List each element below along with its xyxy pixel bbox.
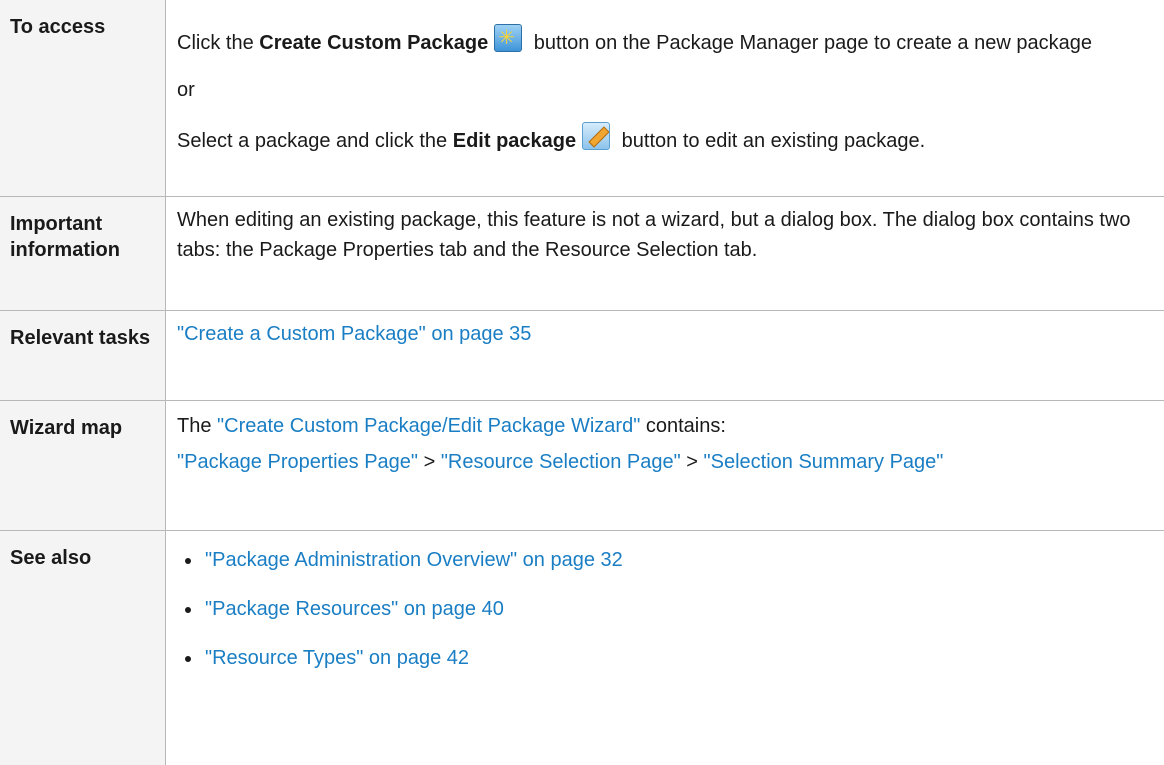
create-custom-package-link[interactable]: "Create a Custom Package" on page 35 bbox=[177, 323, 531, 345]
wizard-map-path: "Package Properties Page" > "Resource Se… bbox=[177, 447, 1154, 477]
label-relevant-tasks: Relevant tasks bbox=[0, 309, 166, 401]
label-important-information: Important information bbox=[0, 195, 166, 311]
text: Select a package and click the bbox=[177, 130, 453, 152]
row-important-information: Important information When editing an ex… bbox=[0, 195, 1164, 311]
list-item: "Resource Types" on page 42 bbox=[185, 643, 1154, 673]
access-line-1: Click the Create Custom Package button o… bbox=[177, 22, 1154, 58]
wizard-link[interactable]: "Create Custom Package/Edit Package Wiza… bbox=[217, 415, 640, 437]
create-custom-package-icon bbox=[494, 22, 523, 52]
list-item: "Package Resources" on page 40 bbox=[185, 594, 1154, 624]
list-item: "Package Administration Overview" on pag… bbox=[185, 545, 1154, 575]
value-important-information: When editing an existing package, this f… bbox=[165, 195, 1164, 311]
separator: > bbox=[418, 450, 441, 473]
resource-types-link[interactable]: "Resource Types" on page 42 bbox=[205, 647, 469, 669]
text: contains: bbox=[640, 414, 726, 437]
edit-package-icon bbox=[582, 122, 611, 150]
row-to-access: To access Click the Create Custom Packag… bbox=[0, 0, 1164, 197]
see-also-list: "Package Administration Overview" on pag… bbox=[177, 545, 1154, 673]
row-relevant-tasks: Relevant tasks "Create a Custom Package"… bbox=[0, 309, 1164, 401]
package-administration-overview-link[interactable]: "Package Administration Overview" on pag… bbox=[205, 549, 623, 571]
value-relevant-tasks: "Create a Custom Package" on page 35 bbox=[165, 309, 1164, 401]
text: button on the Package Manager page to cr… bbox=[528, 32, 1092, 54]
text: Click the bbox=[177, 32, 260, 54]
important-text: When editing an existing package, this f… bbox=[177, 208, 1131, 261]
package-properties-page-link[interactable]: "Package Properties Page" bbox=[177, 451, 418, 473]
wizard-intro: The "Create Custom Package/Edit Package … bbox=[177, 411, 1154, 441]
access-line-2: Select a package and click the Edit pack… bbox=[177, 122, 1154, 156]
or-text: or bbox=[177, 79, 195, 101]
label-wizard-map: Wizard map bbox=[0, 399, 166, 531]
resource-selection-page-link[interactable]: "Resource Selection Page" bbox=[441, 451, 681, 473]
row-see-also: See also "Package Administration Overvie… bbox=[0, 529, 1164, 765]
text: button to edit an existing package. bbox=[616, 130, 926, 152]
create-custom-package-term: Create Custom Package bbox=[259, 32, 489, 54]
label-to-access: To access bbox=[0, 0, 166, 197]
label-see-also: See also bbox=[0, 529, 166, 765]
selection-summary-page-link[interactable]: "Selection Summary Page" bbox=[704, 451, 944, 473]
text: The bbox=[177, 414, 218, 437]
package-resources-link[interactable]: "Package Resources" on page 40 bbox=[205, 598, 504, 620]
value-wizard-map: The "Create Custom Package/Edit Package … bbox=[165, 399, 1164, 531]
row-wizard-map: Wizard map The "Create Custom Package/Ed… bbox=[0, 399, 1164, 531]
info-table: To access Click the Create Custom Packag… bbox=[0, 0, 1164, 765]
edit-package-term: Edit package bbox=[452, 130, 577, 152]
value-see-also: "Package Administration Overview" on pag… bbox=[165, 529, 1164, 765]
separator: > bbox=[680, 450, 704, 473]
value-to-access: Click the Create Custom Package button o… bbox=[165, 0, 1164, 197]
